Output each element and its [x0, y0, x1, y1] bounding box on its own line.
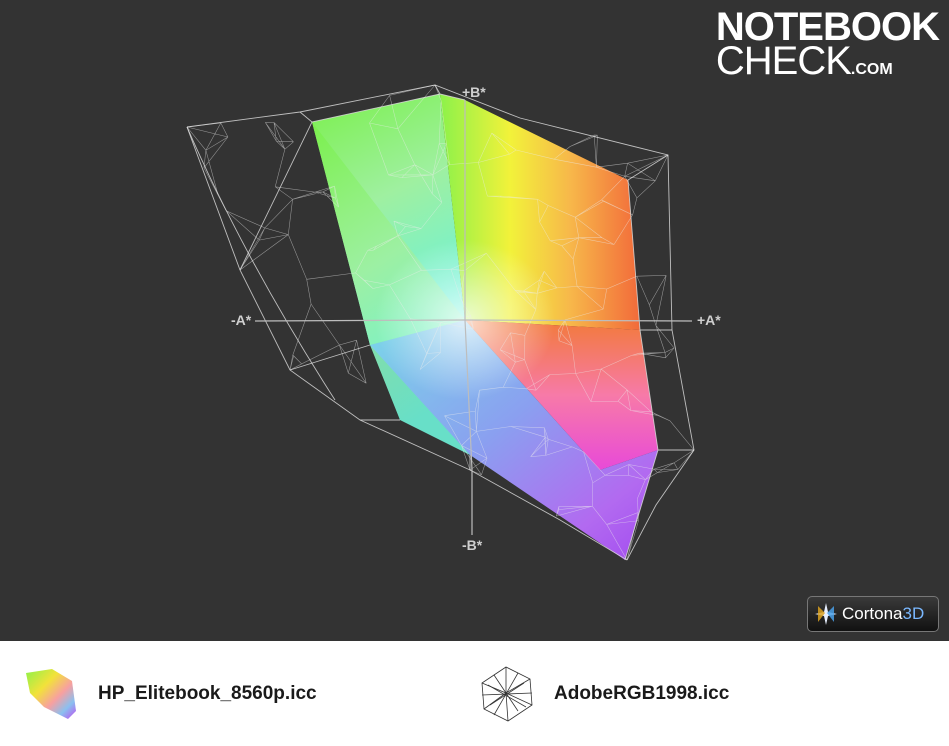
axis-label-pos-a: +A* [697, 312, 721, 328]
cortona-name: Cortona [842, 604, 903, 623]
axis-label-pos-b: +B* [462, 84, 486, 100]
logo-suffix: .COM [850, 61, 893, 78]
logo-line-2: CHECK [715, 39, 852, 83]
axis-label-neg-b: -B* [462, 537, 483, 553]
legend-label-adobe: AdobeRGB1998.icc [554, 683, 730, 704]
adobe-wireframe-swatch-icon [481, 666, 533, 722]
hp-gamut-solid [312, 94, 658, 560]
cortona-label: Cortona3D [842, 604, 924, 624]
axis-label-neg-a: -A* [231, 312, 252, 328]
hp-gamut-swatch-icon [26, 669, 76, 719]
notebookcheck-logo: NOTEBOOK CHECK.COM [715, 7, 940, 87]
legend-item-adobe: AdobeRGB1998.icc [478, 665, 729, 723]
cortona-3d: 3D [902, 604, 925, 623]
cortona-star-icon [815, 603, 837, 625]
legend-item-hp: HP_Elitebook_8560p.icc [22, 667, 317, 721]
cortona3d-button[interactable]: Cortona3D [807, 596, 939, 632]
gamut-viewer[interactable]: +B* -B* +A* -A* NOTEBOOK CHECK.COM Corto… [0, 0, 949, 641]
chart-legend: HP_Elitebook_8560p.icc AdobeRGB1998.icc [0, 641, 949, 746]
legend-label-hp: HP_Elitebook_8560p.icc [98, 683, 317, 704]
